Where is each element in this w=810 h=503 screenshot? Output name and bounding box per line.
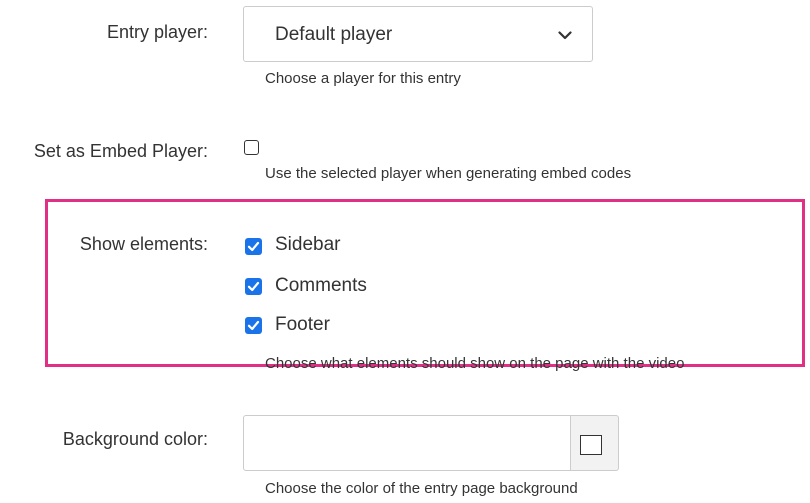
entry-player-help: Choose a player for this entry bbox=[265, 70, 461, 87]
footer-option-label[interactable]: Footer bbox=[275, 314, 330, 336]
show-elements-help: Choose what elements should show on the … bbox=[265, 355, 685, 372]
checkmark-icon bbox=[247, 241, 260, 252]
embed-player-help: Use the selected player when generating … bbox=[265, 165, 632, 182]
show-elements-highlight-box bbox=[45, 199, 805, 367]
color-swatch-icon bbox=[580, 435, 602, 455]
comments-option-label[interactable]: Comments bbox=[275, 275, 367, 297]
checkmark-icon bbox=[247, 281, 260, 292]
embed-player-checkbox[interactable] bbox=[244, 140, 259, 155]
entry-player-select[interactable]: Default player bbox=[243, 6, 593, 62]
show-elements-label: Show elements: bbox=[79, 234, 208, 254]
entry-player-selected-value: Default player bbox=[275, 24, 393, 45]
chevron-down-icon bbox=[558, 31, 572, 40]
background-color-input[interactable] bbox=[243, 415, 571, 471]
background-color-label: Background color: bbox=[62, 429, 208, 449]
background-color-help: Choose the color of the entry page backg… bbox=[265, 480, 578, 497]
footer-checkbox[interactable] bbox=[245, 317, 262, 334]
color-picker-button[interactable] bbox=[571, 415, 619, 471]
entry-player-label: Entry player: bbox=[106, 22, 208, 42]
comments-checkbox[interactable] bbox=[245, 278, 262, 295]
embed-player-label: Set as Embed Player: bbox=[33, 141, 208, 161]
sidebar-checkbox[interactable] bbox=[245, 238, 262, 255]
checkmark-icon bbox=[247, 320, 260, 331]
sidebar-option-label[interactable]: Sidebar bbox=[275, 234, 341, 256]
